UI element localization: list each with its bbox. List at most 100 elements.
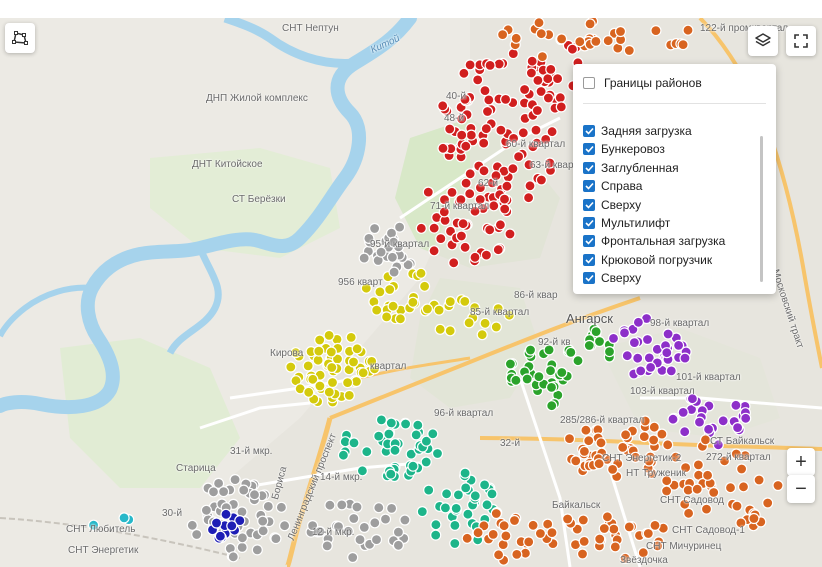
container-marker[interactable]	[275, 501, 287, 513]
container-marker[interactable]	[536, 50, 549, 63]
container-marker[interactable]	[421, 303, 433, 315]
container-marker[interactable]	[455, 230, 467, 242]
container-marker[interactable]	[200, 504, 212, 516]
container-marker[interactable]	[337, 449, 349, 461]
container-marker[interactable]	[345, 331, 357, 343]
container-marker[interactable]	[270, 532, 282, 545]
container-marker[interactable]	[692, 459, 705, 471]
container-marker[interactable]	[556, 366, 568, 379]
container-marker[interactable]	[348, 512, 360, 525]
container-marker[interactable]	[358, 252, 370, 264]
container-marker[interactable]	[324, 499, 336, 511]
container-marker[interactable]	[492, 244, 504, 256]
container-marker[interactable]	[348, 437, 360, 449]
layer-toggle[interactable]: Сверху	[583, 269, 641, 287]
container-marker[interactable]	[312, 354, 324, 366]
container-marker[interactable]	[450, 502, 462, 514]
container-marker[interactable]	[351, 501, 363, 513]
container-marker[interactable]	[511, 548, 523, 561]
container-marker[interactable]	[444, 296, 456, 308]
container-marker[interactable]	[522, 192, 535, 204]
checkbox-checked[interactable]	[583, 180, 595, 193]
container-marker[interactable]	[682, 24, 694, 36]
container-marker[interactable]	[623, 44, 635, 57]
container-marker[interactable]	[479, 479, 491, 491]
container-marker[interactable]	[428, 245, 440, 257]
container-marker[interactable]	[459, 241, 471, 253]
container-marker[interactable]	[285, 361, 297, 373]
container-marker[interactable]	[385, 468, 397, 480]
container-marker[interactable]	[460, 140, 472, 152]
container-marker[interactable]	[388, 266, 400, 278]
container-marker[interactable]	[665, 365, 677, 377]
container-marker[interactable]	[623, 521, 635, 533]
container-marker[interactable]	[632, 352, 644, 364]
checkbox-checked[interactable]	[583, 143, 595, 156]
container-marker[interactable]	[598, 522, 610, 535]
container-marker[interactable]	[437, 142, 449, 154]
container-marker[interactable]	[229, 474, 241, 486]
container-marker[interactable]	[394, 313, 406, 325]
container-marker[interactable]	[361, 446, 373, 458]
container-marker[interactable]	[507, 163, 519, 175]
container-marker[interactable]	[422, 186, 434, 198]
container-marker[interactable]	[590, 35, 602, 47]
container-marker[interactable]	[478, 165, 490, 177]
container-marker[interactable]	[495, 124, 507, 136]
container-marker[interactable]	[490, 321, 502, 333]
container-marker[interactable]	[578, 535, 590, 548]
container-marker[interactable]	[484, 59, 496, 72]
checkbox-checked[interactable]	[583, 235, 595, 248]
container-marker[interactable]	[472, 527, 484, 539]
container-marker[interactable]	[576, 548, 589, 560]
container-marker[interactable]	[524, 344, 537, 356]
container-marker[interactable]	[494, 219, 506, 231]
container-marker[interactable]	[717, 415, 729, 427]
container-marker[interactable]	[430, 529, 442, 541]
container-marker[interactable]	[628, 337, 641, 349]
container-marker[interactable]	[314, 380, 326, 392]
layer-toggle[interactable]: Фронтальная загрузка	[583, 232, 725, 250]
container-marker[interactable]	[479, 84, 491, 97]
container-marker[interactable]	[731, 500, 743, 512]
container-marker[interactable]	[493, 58, 505, 70]
container-marker[interactable]	[602, 35, 614, 47]
container-marker[interactable]	[672, 339, 685, 351]
container-marker[interactable]	[656, 428, 668, 440]
container-marker[interactable]	[419, 280, 431, 292]
panel-scrollbar[interactable]	[760, 136, 763, 282]
container-marker[interactable]	[614, 25, 627, 38]
container-marker[interactable]	[262, 500, 274, 512]
container-marker[interactable]	[186, 519, 198, 531]
zoom-in-button[interactable]: +	[787, 448, 815, 476]
container-marker[interactable]	[385, 227, 398, 239]
layer-toggle[interactable]: Задняя загрузка	[583, 122, 692, 140]
container-marker[interactable]	[462, 508, 474, 520]
container-marker[interactable]	[517, 127, 529, 139]
container-marker[interactable]	[679, 352, 691, 364]
container-marker[interactable]	[354, 533, 366, 546]
container-marker[interactable]	[638, 431, 650, 443]
container-marker[interactable]	[601, 511, 614, 523]
container-marker[interactable]	[302, 360, 314, 372]
container-marker[interactable]	[476, 329, 488, 341]
container-marker[interactable]	[214, 530, 226, 542]
container-marker[interactable]	[415, 222, 427, 234]
container-marker[interactable]	[662, 439, 674, 451]
container-marker[interactable]	[606, 463, 619, 475]
container-marker[interactable]	[347, 551, 359, 564]
container-marker[interactable]	[460, 482, 472, 494]
container-marker[interactable]	[521, 373, 533, 385]
container-marker[interactable]	[460, 177, 472, 189]
container-marker[interactable]	[336, 499, 348, 511]
container-marker[interactable]	[407, 460, 419, 472]
container-marker[interactable]	[542, 73, 554, 85]
layer-toggle[interactable]: Мультилифт	[583, 214, 670, 232]
container-marker[interactable]	[632, 316, 645, 328]
container-marker[interactable]	[679, 426, 691, 438]
container-marker[interactable]	[369, 517, 381, 529]
container-marker[interactable]	[693, 416, 706, 428]
container-marker[interactable]	[383, 428, 395, 440]
container-marker[interactable]	[507, 47, 519, 60]
container-marker[interactable]	[590, 326, 602, 338]
